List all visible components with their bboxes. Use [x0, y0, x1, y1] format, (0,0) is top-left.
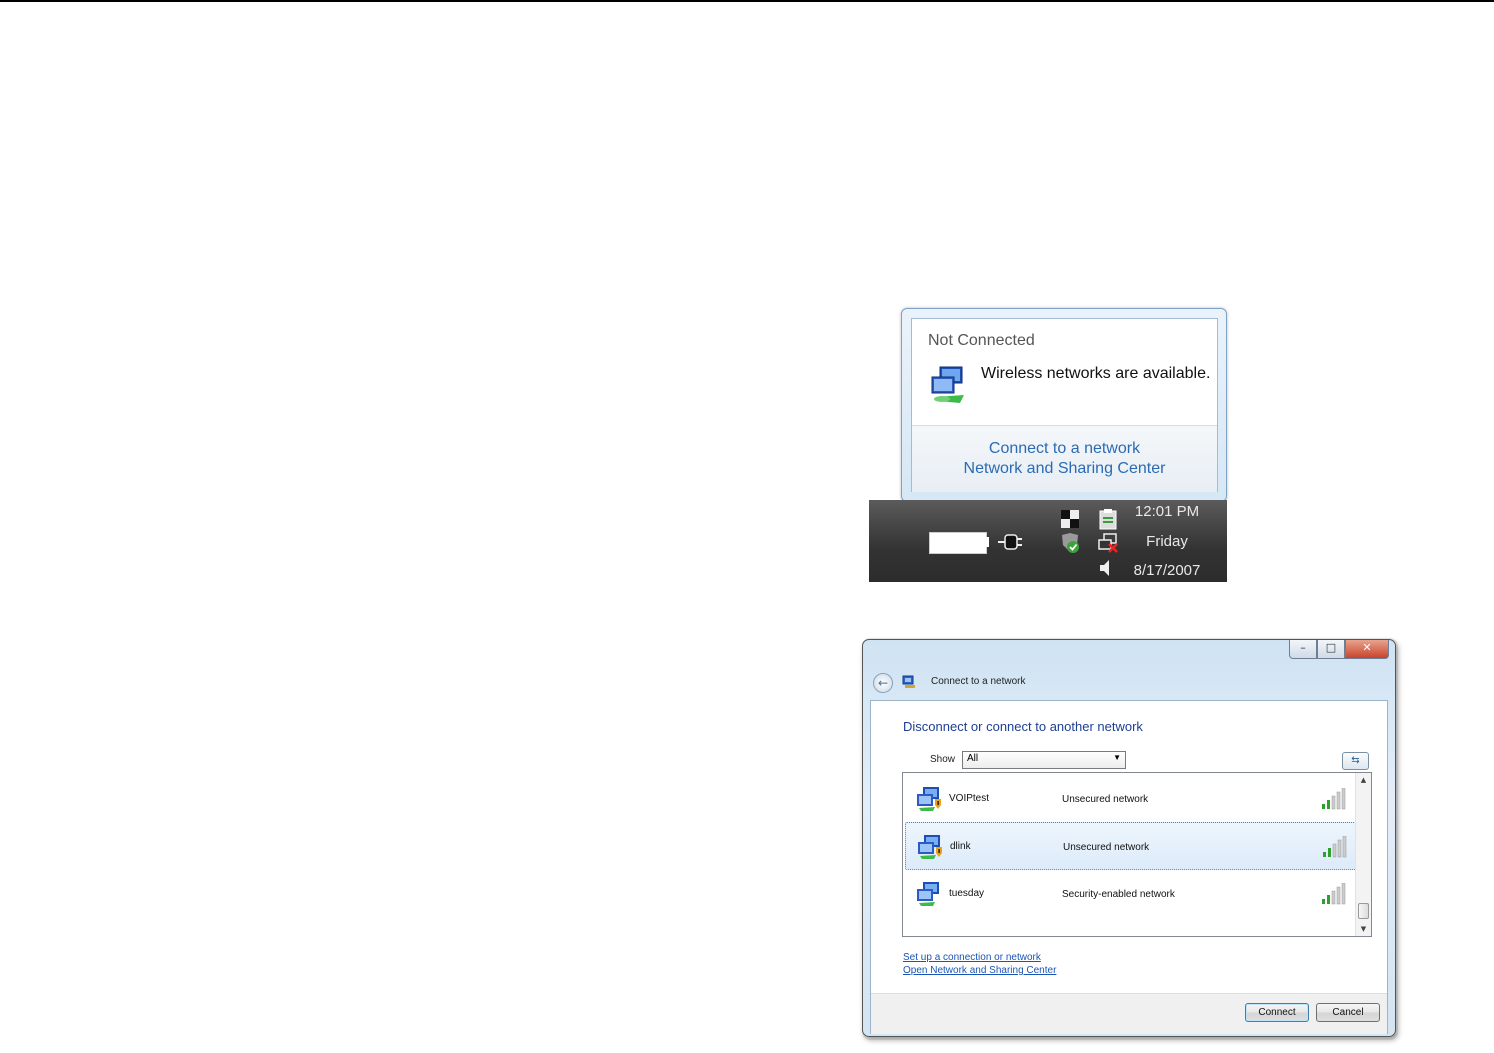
network-list: VOIPtest Unsecured network dlink Unsecur…: [902, 772, 1372, 937]
connect-button[interactable]: Connect: [1245, 1003, 1309, 1022]
network-status: Unsecured network: [1062, 794, 1149, 805]
balloon-footer: Connect to a network Network and Sharing…: [912, 425, 1217, 492]
balloon-body: Not Connected Wireless networks are avai…: [911, 318, 1218, 492]
battery-icon[interactable]: [929, 532, 987, 554]
network-status: Security-enabled network: [1062, 889, 1175, 900]
network-row-tuesday[interactable]: tuesday Security-enabled network: [905, 870, 1355, 916]
power-plug-icon[interactable]: [997, 530, 1023, 554]
open-sharing-center-link[interactable]: Open Network and Sharing Center: [903, 965, 1056, 976]
network-row-dlink[interactable]: dlink Unsecured network: [905, 822, 1357, 870]
setup-connection-link[interactable]: Set up a connection or network: [903, 952, 1041, 963]
clock-day[interactable]: Friday: [1122, 533, 1212, 550]
unsecured-network-icon: [917, 787, 941, 811]
signal-strength-icon: [1322, 883, 1346, 905]
clipboard-icon[interactable]: [1097, 508, 1119, 530]
balloon-message: Wireless networks are available.: [981, 365, 1211, 382]
show-filter-value: All: [967, 753, 979, 764]
scroll-down-arrow-icon[interactable]: ▼: [1356, 922, 1371, 936]
taskbar-notification-area: 12:01 PM Friday 8/17/2007: [869, 500, 1227, 582]
network-name: dlink: [950, 841, 971, 852]
connect-to-network-link[interactable]: Connect to a network: [912, 440, 1217, 458]
chevron-down-icon: ▼: [1113, 753, 1121, 762]
cancel-button[interactable]: Cancel: [1316, 1003, 1380, 1022]
network-row-voiptest[interactable]: VOIPtest Unsecured network: [905, 775, 1355, 821]
balloon-title: Not Connected: [928, 332, 1035, 349]
network-name: VOIPtest: [949, 793, 990, 804]
clock-time[interactable]: 12:01 PM: [1122, 503, 1212, 520]
scroll-up-arrow-icon[interactable]: ▲: [1356, 773, 1371, 787]
speaker-icon[interactable]: [1095, 557, 1117, 579]
network-notification-balloon: Not Connected Wireless networks are avai…: [901, 308, 1227, 502]
network-name: tuesday: [949, 888, 985, 899]
dialog-footer: Connect Cancel: [871, 993, 1387, 1034]
security-shield-icon[interactable]: [1059, 532, 1081, 554]
network-list-scrollbar[interactable]: ▲ ▼: [1355, 773, 1371, 936]
network-wizard-icon: [902, 675, 915, 688]
battery-terminal: [985, 537, 989, 547]
scroll-thumb[interactable]: [1358, 903, 1369, 919]
back-button[interactable]: ←: [873, 673, 893, 693]
maximize-button[interactable]: □: [1317, 640, 1345, 659]
signal-strength-icon: [1323, 836, 1347, 858]
page-top-rule: [0, 0, 1494, 2]
network-icon[interactable]: [1059, 508, 1081, 530]
network-sharing-center-link[interactable]: Network and Sharing Center: [912, 460, 1217, 478]
refresh-button[interactable]: ⇆: [1342, 752, 1369, 770]
window-controls: – □ ✕: [1289, 640, 1389, 659]
network-status: Unsecured network: [1063, 842, 1150, 853]
minimize-button[interactable]: –: [1289, 640, 1317, 659]
close-button[interactable]: ✕: [1345, 640, 1389, 659]
dialog-content: Disconnect or connect to another network…: [870, 700, 1388, 1034]
signal-strength-icon: [1322, 788, 1346, 810]
dialog-title: Connect to a network: [931, 676, 1026, 687]
unsecured-network-icon: [918, 835, 942, 859]
network-disconnected-icon[interactable]: [1097, 532, 1119, 554]
clock-date[interactable]: 8/17/2007: [1122, 562, 1212, 579]
show-label: Show: [930, 754, 956, 765]
connect-to-network-dialog: – □ ✕ ← Connect to a network Disconnect …: [862, 639, 1396, 1037]
dialog-heading: Disconnect or connect to another network: [903, 719, 1143, 734]
secured-network-icon: [917, 882, 939, 906]
wireless-network-icon: [931, 366, 964, 403]
show-filter-dropdown[interactable]: All ▼: [962, 751, 1126, 769]
